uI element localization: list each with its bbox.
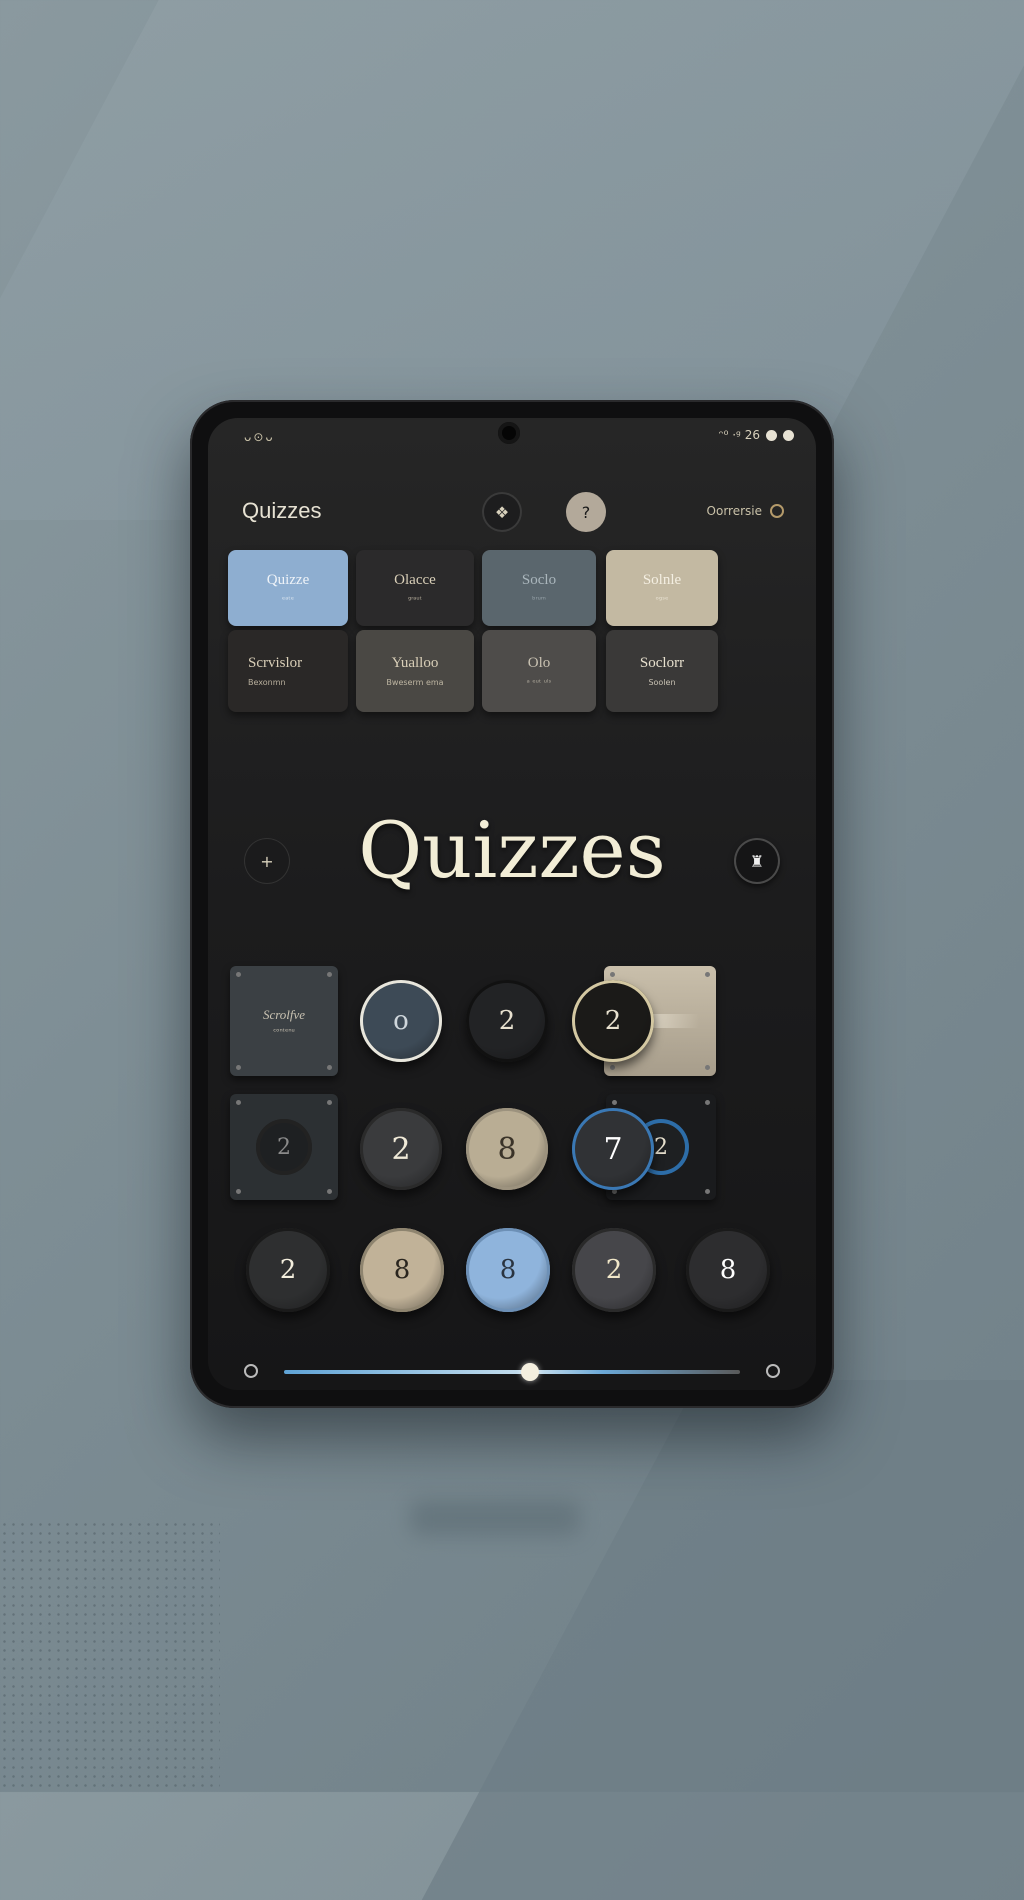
quiz-number-button[interactable]: 2 (360, 1108, 442, 1190)
category-card-subtitle: Bexonmn (248, 678, 286, 687)
screw-icon (610, 972, 615, 977)
quiz-number-button[interactable]: o (360, 980, 442, 1062)
slider-track[interactable] (284, 1370, 740, 1374)
category-card-title: Soclo (521, 572, 557, 588)
status-bar-left: ᴗ⊙ᴗ (244, 430, 275, 444)
quiz-number-button[interactable]: 2 (572, 980, 654, 1062)
screw-icon (327, 1065, 332, 1070)
quiz-tile-number: 2 (654, 1134, 668, 1160)
category-card-title: Olacce (394, 572, 436, 588)
quiz-tile-badge: 2 (256, 1119, 312, 1175)
info-button[interactable]: ? (566, 492, 606, 532)
category-card-subtitle: ᵇʳᵘᵐ (532, 595, 546, 604)
quiz-number-label: 2 (391, 1131, 411, 1167)
quiz-number-label: 2 (279, 1255, 297, 1285)
category-card-title: Soclorr (639, 655, 685, 671)
quiz-number-label: 8 (719, 1255, 737, 1285)
quiz-number-button[interactable]: 8 (686, 1228, 770, 1312)
category-card-title: Solnle (642, 572, 682, 588)
status-indicators: ᵔ⁰ ·ᵍ 26 (718, 428, 760, 442)
screw-icon (236, 972, 241, 977)
background-shape-bottom (421, 1380, 1024, 1900)
page-title: Quizzes (242, 498, 322, 523)
quiz-number-button[interactable]: 8 (466, 1228, 550, 1312)
ring-icon (770, 504, 784, 518)
category-card-title: Quizze (266, 572, 310, 588)
quiz-number-button[interactable]: 2 (466, 980, 548, 1062)
quiz-tile[interactable]: Scrolfve ᶜᵒⁿᵗᵉⁿᵘ (230, 966, 338, 1076)
background-dot-pattern (0, 1520, 220, 1792)
category-card-subtitle: ᵃ ᵉᵘᵗ ᵘˡˢ (526, 678, 552, 687)
category-card[interactable]: Olacce ᵍʳᵃᵘᵗ (356, 550, 474, 626)
quiz-number-button[interactable]: 7 (572, 1108, 654, 1190)
quiz-tile-sublabel: ᶜᵒⁿᵗᵉⁿᵘ (273, 1026, 295, 1036)
quiz-number-button[interactable]: 2 (246, 1228, 330, 1312)
quiz-number-button[interactable]: 2 (572, 1228, 656, 1312)
category-card[interactable]: Yualloo Bweserm ema (356, 630, 474, 712)
category-card-subtitle: ᵉᵃᵗᵉ (281, 595, 295, 604)
category-card-title: Olo (527, 655, 551, 671)
battery-icon-secondary (783, 429, 794, 441)
category-card-title: Yualloo (391, 655, 439, 671)
next-icon[interactable] (766, 1364, 780, 1378)
progress-slider[interactable] (244, 1360, 780, 1384)
header-menu[interactable]: Oorrersie (707, 504, 784, 518)
category-card[interactable]: Soclo ᵇʳᵘᵐ (482, 550, 596, 626)
screw-icon (236, 1189, 241, 1194)
category-card-subtitle: Soolen (648, 678, 676, 687)
category-card[interactable]: Soclorr Soolen (606, 630, 718, 712)
category-card-subtitle: Bweserm ema (386, 678, 444, 687)
quiz-number-label: 8 (497, 1131, 517, 1167)
camera-icon (498, 422, 520, 444)
quiz-number-label: o (393, 1006, 409, 1036)
quiz-tile[interactable]: 2 (230, 1094, 338, 1200)
tablet-screen: ᴗ⊙ᴗ ᵔ⁰ ·ᵍ 26 Quizzes ❖ ? Oorrersie Quizz… (208, 418, 816, 1390)
main-title: Quizzes (358, 806, 666, 896)
puzzle-icon: ❖ (494, 502, 510, 522)
category-card[interactable]: Quizze ᵉᵃᵗᵉ (228, 550, 348, 626)
quiz-tile-label: Scrolfve (262, 1006, 306, 1022)
slider-thumb[interactable] (521, 1363, 540, 1381)
screw-icon (236, 1065, 241, 1070)
quiz-number-label: 8 (393, 1255, 411, 1285)
header-menu-label: Oorrersie (706, 504, 762, 518)
quiz-number-button[interactable]: 8 (466, 1108, 548, 1190)
puzzle-button[interactable]: ❖ (482, 492, 522, 532)
screw-icon (705, 972, 710, 977)
quiz-tile-number: 2 (277, 1134, 291, 1160)
screw-icon (610, 1065, 615, 1070)
status-bar-right: ᵔ⁰ ·ᵍ 26 (719, 428, 794, 442)
category-card[interactable]: Olo ᵃ ᵉᵘᵗ ᵘˡˢ (482, 630, 596, 712)
screw-icon (705, 1189, 710, 1194)
screw-icon (705, 1065, 710, 1070)
screw-icon (236, 1100, 241, 1105)
quiz-number-button[interactable]: 8 (360, 1228, 444, 1312)
quiz-number-label: 2 (498, 1006, 516, 1036)
info-icon: ? (581, 502, 591, 522)
category-card[interactable]: Scrvislor Bexonmn (228, 630, 348, 712)
screw-icon (327, 1189, 332, 1194)
quiz-number-label: 7 (603, 1131, 623, 1167)
trophy-button[interactable]: ♜ (734, 838, 780, 884)
background-blurred-caption (410, 1500, 580, 1536)
category-card[interactable]: Solnle ᵒᵍˢᵉ (606, 550, 718, 626)
screw-icon (612, 1100, 617, 1105)
battery-icon (766, 429, 777, 441)
prev-icon[interactable] (244, 1364, 258, 1378)
quiz-number-label: 8 (499, 1255, 517, 1285)
category-card-subtitle: ᵍʳᵃᵘᵗ (407, 595, 423, 604)
quiz-number-label: 2 (604, 1006, 622, 1036)
category-card-title: Scrvislor (248, 655, 303, 671)
trophy-icon: ♜ (749, 851, 765, 871)
screw-icon (327, 1100, 332, 1105)
category-card-subtitle: ᵒᵍˢᵉ (655, 595, 669, 604)
tablet-device: ᴗ⊙ᴗ ᵔ⁰ ·ᵍ 26 Quizzes ❖ ? Oorrersie Quizz… (190, 400, 834, 1408)
screw-icon (705, 1100, 710, 1105)
screw-icon (327, 972, 332, 977)
quiz-number-label: 2 (605, 1255, 623, 1285)
